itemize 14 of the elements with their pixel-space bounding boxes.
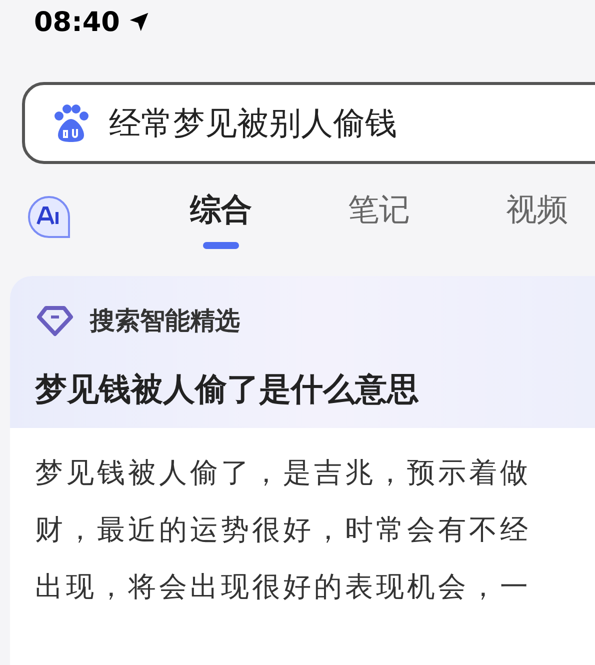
location-arrow-icon: [128, 11, 150, 33]
answer-text-line: 出现，将会出现很好的表现机会，一: [35, 569, 532, 605]
search-query: 经常梦见被别人偷钱: [109, 103, 397, 144]
diamond-icon: [36, 305, 74, 337]
answer-text-line: 财，最近的运势很好，时常会有不经: [35, 512, 532, 548]
tab[interactable]: 笔记: [348, 186, 410, 249]
tab[interactable]: 综合: [190, 186, 252, 249]
answer-text-line: 梦见钱被人偷了，是吉兆，预示着做: [35, 455, 532, 491]
search-field[interactable]: 经常梦见被别人偷钱: [22, 82, 595, 164]
status-time: 08:40: [34, 8, 120, 36]
ai-assistant-icon[interactable]: [26, 194, 72, 240]
answer-title: 梦见钱被人偷了是什么意思: [34, 369, 420, 410]
badge-label: 搜索智能精选: [90, 305, 240, 338]
tab[interactable]: 视频: [506, 186, 568, 249]
